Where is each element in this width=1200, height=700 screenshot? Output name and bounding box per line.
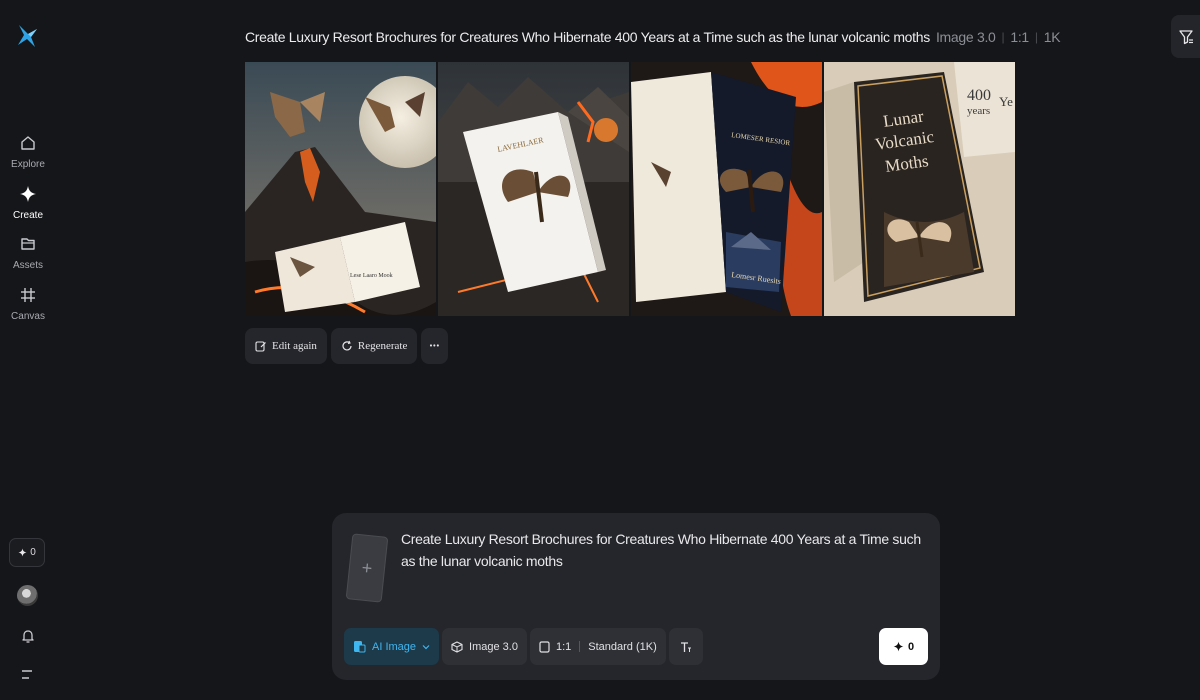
quality-label: Standard (1K) — [588, 640, 657, 653]
text-settings-button[interactable] — [668, 628, 703, 665]
brochure-4-years: years — [967, 105, 990, 117]
more-icon: ••• — [429, 342, 441, 350]
ratio-quality-selector[interactable]: 1:1 Standard (1K) — [529, 628, 666, 665]
image-3-art: LOMESER RESIOR Lomesr Ruesits — [631, 62, 822, 316]
credits-badge[interactable]: 0 — [9, 538, 45, 567]
resolution-tag: 1K — [1043, 29, 1061, 45]
model-selector[interactable]: Image 3.0 — [442, 628, 527, 665]
nav-canvas[interactable]: Canvas — [0, 286, 56, 322]
mode-selector[interactable]: AI Image — [344, 628, 440, 665]
separator — [579, 641, 581, 652]
text-size-icon — [680, 641, 691, 652]
nav-create[interactable]: Create — [0, 185, 56, 221]
model-tag: Image 3.0 — [935, 29, 996, 45]
canvas-frame-icon — [21, 288, 35, 302]
home-icon — [21, 136, 35, 150]
refresh-icon — [342, 340, 352, 351]
model-label: Image 3.0 — [469, 640, 518, 653]
generation-prompt: Create Luxury Resort Brochures for Creat… — [245, 29, 930, 45]
nav-assets[interactable]: Assets — [0, 235, 56, 271]
generate-credits: 0 — [907, 640, 915, 653]
generation-actions: Edit again Regenerate ••• — [245, 328, 449, 364]
plus-icon: + — [360, 557, 374, 578]
nav-create-label: Create — [12, 210, 43, 221]
nav-canvas-label: Canvas — [11, 311, 45, 322]
image-2-art: LAVEHLAER — [438, 62, 629, 316]
generated-image-4[interactable]: Lunar Volcanic Moths 400 years Ye — [824, 62, 1015, 316]
menu-icon[interactable] — [20, 669, 34, 681]
separator: | — [1034, 30, 1038, 44]
image-1-art: Lese Laaro Mook — [245, 62, 436, 316]
edit-icon — [255, 341, 266, 352]
regenerate-label: Regenerate — [357, 340, 408, 352]
avatar[interactable] — [17, 585, 38, 606]
mode-label: AI Image — [372, 640, 417, 653]
folder-icon — [21, 238, 35, 250]
brochure-4-number: 400 — [967, 87, 991, 104]
nav-assets-label: Assets — [12, 260, 43, 271]
bell-icon[interactable] — [19, 627, 37, 645]
regenerate-button[interactable]: Regenerate — [330, 328, 418, 364]
generated-image-1[interactable]: Lese Laaro Mook — [245, 62, 436, 316]
edit-again-button[interactable]: Edit again — [245, 328, 327, 364]
filter-button[interactable] — [1171, 15, 1200, 58]
sparkle-icon — [893, 641, 904, 652]
aspect-ratio-icon — [539, 640, 550, 653]
generated-image-2[interactable]: LAVEHLAER — [438, 62, 629, 316]
nav-explore-label: Explore — [11, 159, 45, 170]
dreamina-logo-icon[interactable] — [16, 23, 40, 49]
ratio-label: 1:1 — [555, 640, 572, 653]
sparkle-icon — [18, 548, 27, 557]
chevron-down-icon — [422, 644, 430, 649]
more-options-button[interactable]: ••• — [421, 328, 449, 364]
separator: | — [1001, 30, 1005, 44]
image-grid: Lese Laaro Mook LAVEHLAER LOMESER RESIOR… — [245, 62, 1015, 316]
prompt-composer: + Create Luxury Resort Brochures for Cre… — [332, 513, 940, 680]
add-reference-image-button[interactable]: + — [345, 533, 389, 603]
brochure-4-ye: Ye — [999, 94, 1013, 109]
image-4-art: Lunar Volcanic Moths 400 years Ye — [824, 62, 1015, 316]
generation-header: Create Luxury Resort Brochures for Creat… — [245, 29, 1061, 45]
credits-count: 0 — [30, 547, 36, 558]
book-spine-text: Lese Laaro Mook — [350, 273, 393, 279]
filter-icon — [1178, 29, 1193, 44]
generate-button[interactable]: 0 — [879, 628, 928, 665]
generated-image-3[interactable]: LOMESER RESIOR Lomesr Ruesits — [631, 62, 822, 316]
sidebar: Explore Create Assets Canvas 0 — [0, 0, 56, 700]
ratio-tag: 1:1 — [1010, 29, 1029, 45]
sparkle-icon — [20, 186, 36, 202]
prompt-input[interactable]: Create Luxury Resort Brochures for Creat… — [401, 528, 931, 572]
nav-explore[interactable]: Explore — [0, 134, 56, 170]
composer-toolbar: AI Image Image 3.0 1:1 Standard (1K) — [344, 628, 703, 665]
edit-again-label: Edit again — [272, 340, 317, 352]
ai-image-icon — [354, 641, 366, 653]
cube-icon — [451, 640, 463, 653]
